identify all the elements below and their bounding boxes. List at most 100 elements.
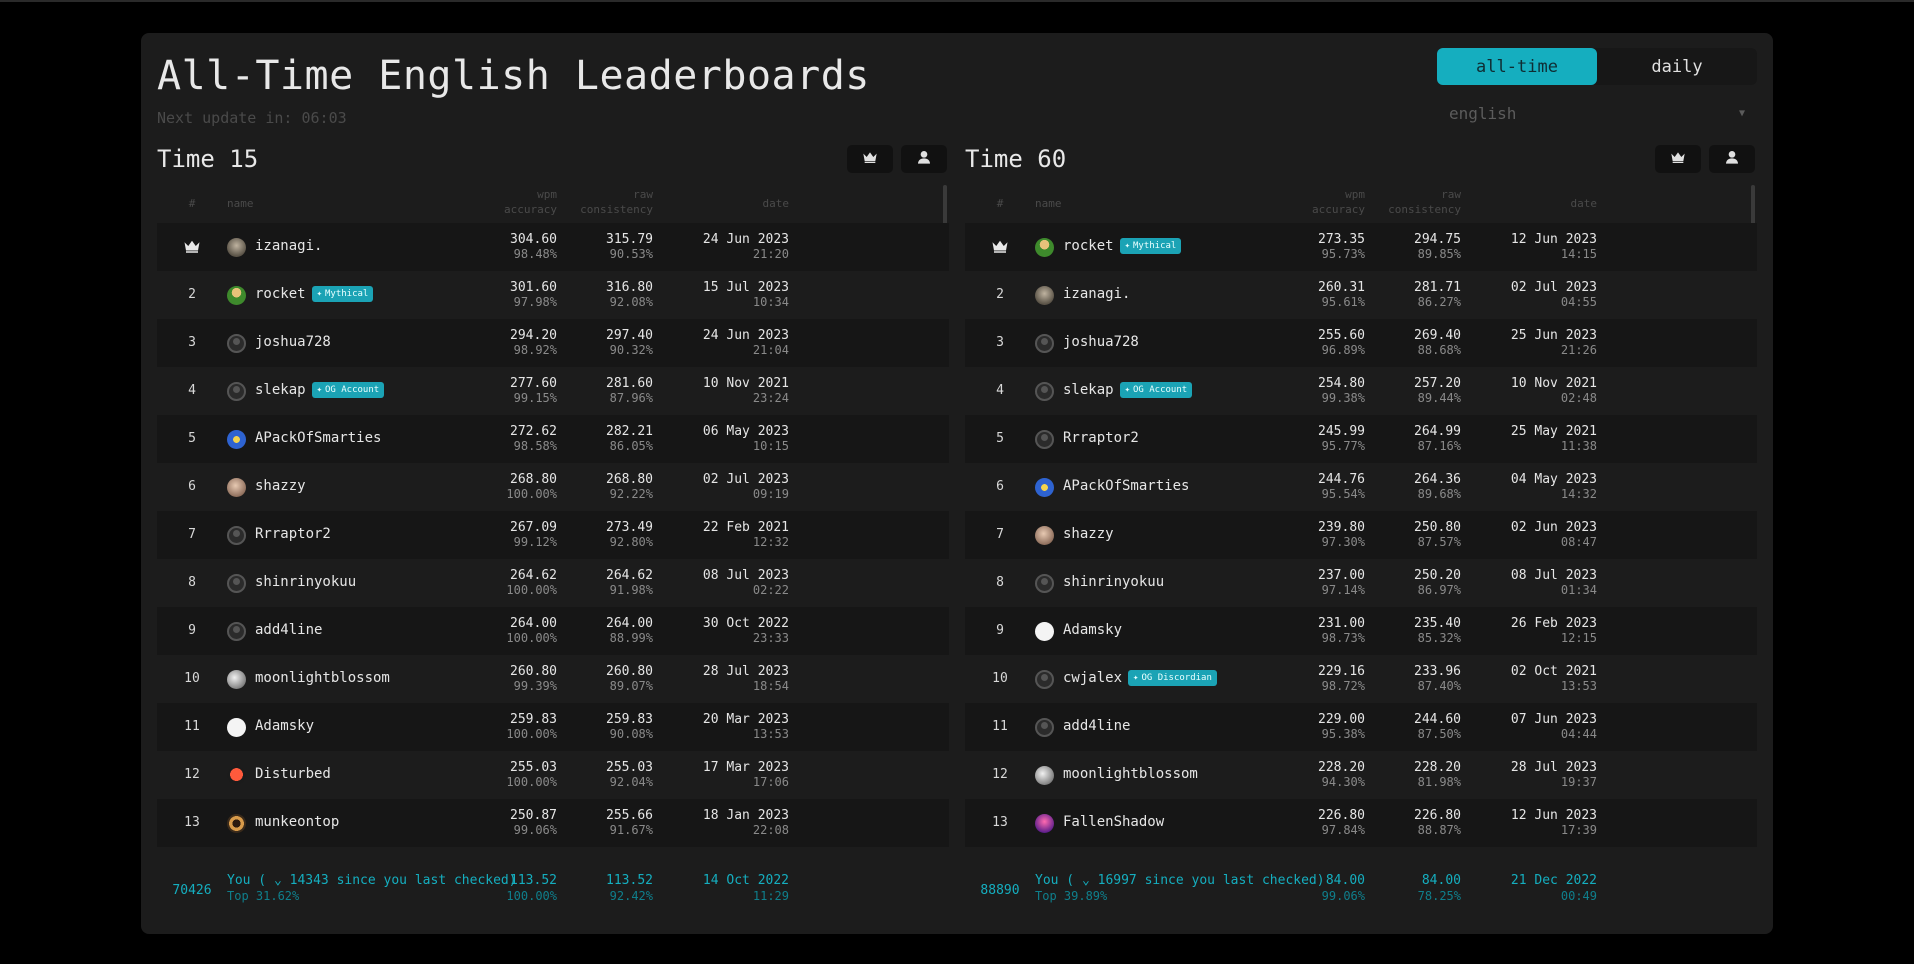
table-row[interactable]: 11 add4line 229.00 95.38% 244.60 87.50% 07 Jun…: [965, 703, 1757, 751]
user-name[interactable]: munkeontop: [255, 814, 339, 830]
user-name[interactable]: rocket ✦ Mythical: [1063, 238, 1182, 254]
your-rank: 88890: [980, 883, 1020, 898]
user-name[interactable]: rocket ✦ Mythical: [255, 286, 374, 302]
time-value: 17:39: [1560, 823, 1597, 837]
show-my-rank-button[interactable]: [901, 145, 947, 173]
user-name[interactable]: APackOfSmarties: [1063, 478, 1189, 494]
caret-down-icon: ▼: [1738, 107, 1745, 119]
avatar: [227, 430, 246, 449]
table-row[interactable]: 9 Adamsky 231.00 98.73% 235.40 85.32% 26 Feb 2…: [965, 607, 1757, 655]
table-row[interactable]: 7 Rrraptor2 267.09 99.12% 273.49 92.80% 22 Feb…: [157, 511, 949, 559]
leaderboard-table: # name wpm accuracy raw consistency date rocket…: [965, 183, 1757, 917]
consistency-value: 92.22%: [609, 487, 653, 501]
table-row[interactable]: 2 rocket ✦ Mythical 301.60 97.98% 316.80 92.08%…: [157, 271, 949, 319]
user-name[interactable]: joshua728: [1063, 334, 1139, 350]
avatar: [1035, 814, 1054, 833]
date-value: 12 Jun 2023: [1510, 808, 1597, 823]
raw-value: 273.49: [606, 520, 653, 535]
top-crown-button[interactable]: [1655, 145, 1701, 173]
top-crown-button[interactable]: [847, 145, 893, 173]
user-name[interactable]: APackOfSmarties: [255, 430, 381, 446]
user-name[interactable]: FallenShadow: [1063, 814, 1164, 830]
wpm-value: 239.80: [1318, 520, 1365, 535]
user-name[interactable]: izanagi.: [255, 238, 322, 254]
table-row[interactable]: 2 izanagi. 260.31 95.61% 281.71 86.27% 02 Jul …: [965, 271, 1757, 319]
daily-button[interactable]: daily: [1597, 48, 1757, 85]
table-row[interactable]: 8 shinrinyokuu 264.62 100.00% 264.62 91.98% 08…: [157, 559, 949, 607]
user-name-text: joshua728: [255, 334, 331, 350]
time-value: 12:32: [752, 535, 789, 549]
user-name[interactable]: moonlightblossom: [1063, 766, 1198, 782]
table-row[interactable]: 9 add4line 264.00 100.00% 264.00 88.99% 30 Oct…: [157, 607, 949, 655]
table-row[interactable]: 4 slekap ✦ OG Account 254.80 99.38% 257.20 89.4…: [965, 367, 1757, 415]
table-row[interactable]: 6 APackOfSmarties 244.76 95.54% 264.36 89.68%…: [965, 463, 1757, 511]
user-name[interactable]: slekap ✦ OG Account: [255, 382, 385, 398]
user-name[interactable]: Adamsky: [1063, 622, 1122, 638]
user-name-text: shinrinyokuu: [1063, 574, 1165, 590]
consistency-value: 92.08%: [609, 295, 653, 309]
user-name[interactable]: shinrinyokuu: [255, 574, 356, 590]
date-value: 25 Jun 2023: [1510, 328, 1597, 343]
table-row[interactable]: 10 cwjalex ✦ OG Discordian 229.16 98.72% 233.9…: [965, 655, 1757, 703]
user-name[interactable]: Disturbed: [255, 766, 331, 782]
user-name[interactable]: izanagi.: [1063, 286, 1130, 302]
wpm-value: 260.31: [1318, 280, 1365, 295]
user-name[interactable]: shinrinyokuu: [1063, 574, 1164, 590]
table-row[interactable]: 6 shazzy 268.80 100.00% 268.80 92.22% 02 Jul 2…: [157, 463, 949, 511]
user-name[interactable]: Rrraptor2: [255, 526, 331, 542]
badge-icon: ✦: [1133, 673, 1139, 683]
user-name[interactable]: add4line: [1063, 718, 1130, 734]
table-row[interactable]: 5 Rrraptor2 245.99 95.77% 264.99 87.16% 25 May…: [965, 415, 1757, 463]
user-name-text: moonlightblossom: [255, 670, 390, 686]
time-value: 21:04: [752, 343, 789, 357]
wpm-value: 229.16: [1318, 664, 1365, 679]
date-value: 07 Jun 2023: [1510, 712, 1597, 727]
wpm-value: 267.09: [510, 520, 557, 535]
all-time-button[interactable]: all-time: [1437, 48, 1597, 85]
wpm-value: 294.20: [510, 328, 557, 343]
user-name[interactable]: joshua728: [255, 334, 331, 350]
table-row[interactable]: izanagi. 304.60 98.48% 315.79 90.53% 24 Jun 2…: [157, 223, 949, 271]
user-name[interactable]: shazzy: [255, 478, 306, 494]
consistency-value: 87.96%: [609, 391, 653, 405]
raw-value: 316.80: [606, 280, 653, 295]
rank-number: 11: [184, 719, 200, 734]
table-row[interactable]: rocket ✦ Mythical 273.35 95.73% 294.75 89.85% 1…: [965, 223, 1757, 271]
table-row[interactable]: 3 joshua728 294.20 98.92% 297.40 90.32% 24 Jun…: [157, 319, 949, 367]
avatar: [1035, 382, 1054, 401]
table-row[interactable]: 4 slekap ✦ OG Account 277.60 99.15% 281.60 87.9…: [157, 367, 949, 415]
table-row[interactable]: 12 Disturbed 255.03 100.00% 255.03 92.04% 17 M…: [157, 751, 949, 799]
user-name-text: izanagi.: [1063, 286, 1131, 302]
user-name-text: shazzy: [255, 478, 306, 494]
user-name[interactable]: moonlightblossom: [255, 670, 390, 686]
table-row[interactable]: 8 shinrinyokuu 237.00 97.14% 250.20 86.97% 08 …: [965, 559, 1757, 607]
table-row[interactable]: 12 moonlightblossom 228.20 94.30% 228.20 81.9…: [965, 751, 1757, 799]
user-name[interactable]: add4line: [255, 622, 322, 638]
table-row[interactable]: 7 shazzy 239.80 97.30% 250.80 87.57% 02 Jun 20…: [965, 511, 1757, 559]
table-row[interactable]: 3 joshua728 255.60 96.89% 269.40 88.68% 25 Jun…: [965, 319, 1757, 367]
table-row[interactable]: 11 Adamsky 259.83 100.00% 259.83 90.08% 20 Mar…: [157, 703, 949, 751]
user-name[interactable]: cwjalex ✦ OG Discordian: [1063, 670, 1217, 686]
wpm-value: 272.62: [510, 424, 557, 439]
user-name-text: izanagi.: [255, 238, 323, 254]
time-value: 23:33: [752, 631, 789, 645]
rank-number: 12: [184, 767, 200, 782]
user-name[interactable]: shazzy: [1063, 526, 1114, 542]
user-icon: [1724, 149, 1740, 169]
table-row[interactable]: 5 APackOfSmarties 272.62 98.58% 282.21 86.05%…: [157, 415, 949, 463]
user-name[interactable]: Adamsky: [255, 718, 314, 734]
rank-number: 5: [188, 431, 196, 446]
accuracy-value: 95.54%: [1321, 487, 1365, 501]
date-value: 24 Jun 2023: [702, 328, 789, 343]
table-row[interactable]: 10 moonlightblossom 260.80 99.39% 260.80 89.0…: [157, 655, 949, 703]
next-update-timer: Next update in: 06:03: [157, 109, 347, 127]
consistency-value: 89.85%: [1417, 247, 1461, 261]
rank-number: 6: [188, 479, 196, 494]
show-my-rank-button[interactable]: [1709, 145, 1755, 173]
user-name[interactable]: Rrraptor2: [1063, 430, 1139, 446]
accuracy-value: 99.38%: [1321, 391, 1365, 405]
table-row[interactable]: 13 munkeontop 250.87 99.06% 255.66 91.67% 18 J…: [157, 799, 949, 847]
user-name[interactable]: slekap ✦ OG Account: [1063, 382, 1193, 398]
table-row[interactable]: 13 FallenShadow 226.80 97.84% 226.80 88.87% 12…: [965, 799, 1757, 847]
language-select[interactable]: english ▼: [1437, 97, 1757, 129]
